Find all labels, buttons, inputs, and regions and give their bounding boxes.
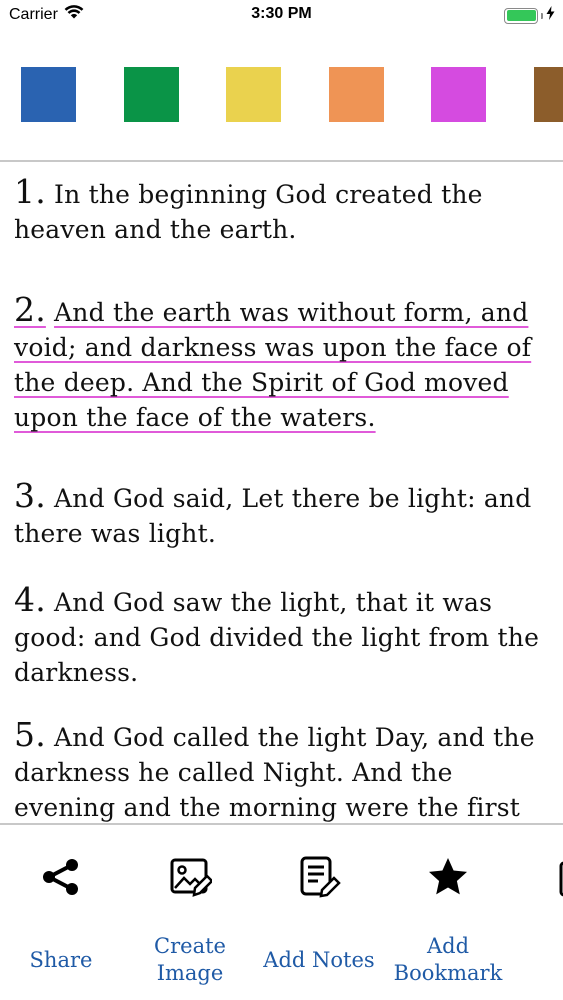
action-toolbar: Share Create Image Add Notes Add Bookmark C: [0, 825, 563, 1000]
status-time: 3:30 PM: [251, 5, 312, 22]
toolbar-button-label: Share: [29, 948, 93, 972]
battery-icon: [504, 7, 538, 24]
verse-list[interactable]: 1. In the beginning God created the heav…: [0, 162, 563, 822]
verse-number: 4.: [14, 580, 46, 619]
color-swatch-blue[interactable]: [21, 67, 76, 122]
verse-number: 1.: [14, 172, 46, 211]
battery-nub: [541, 12, 543, 19]
verse-text: In the beginning God created the heaven …: [14, 180, 483, 244]
battery-fill: [506, 10, 536, 21]
bolt-icon: [546, 6, 555, 25]
share-button[interactable]: Share: [0, 825, 126, 1000]
verse-text: And God said, Let there be light: and th…: [14, 484, 532, 548]
toolbar-button-label: Add Notes: [263, 948, 375, 972]
add-notes-button[interactable]: Add Notes: [254, 825, 384, 1000]
color-swatch-orange[interactable]: [328, 67, 384, 122]
toolbar-button-label: Create Image: [154, 934, 226, 985]
color-swatch-green[interactable]: [123, 67, 179, 122]
color-swatch-yellow[interactable]: [226, 67, 281, 122]
verse-2[interactable]: 2. And the earth was without form, and v…: [14, 292, 559, 435]
verse-number: 2.: [14, 290, 46, 329]
color-swatch-magenta[interactable]: [431, 67, 486, 122]
share-icon: [39, 855, 83, 899]
verse-number: 3.: [14, 476, 46, 515]
verse-5[interactable]: 5. And God called the light Day, and the…: [14, 717, 559, 822]
battery-indicator: [504, 6, 555, 25]
copy-icon: [555, 855, 563, 899]
verse-4[interactable]: 4. And God saw the light, that it was go…: [14, 582, 559, 690]
toolbar-button-label: Add Bookmark: [393, 934, 503, 985]
status-bar: Carrier 3:30 PM: [0, 0, 563, 30]
image-edit-icon: [168, 855, 214, 899]
highlight-color-picker: [21, 67, 563, 123]
create-image-button[interactable]: Create Image: [125, 825, 255, 1000]
toolbar-button-label: C: [512, 947, 563, 974]
verse-3[interactable]: 3. And God said, Let there be light: and…: [14, 478, 559, 551]
verse-number: 5.: [14, 715, 46, 754]
star-icon: [426, 855, 470, 899]
color-swatch-brown[interactable]: [533, 67, 563, 122]
add-bookmark-button[interactable]: Add Bookmark: [383, 825, 513, 1000]
verse-text: And the earth was without form, and void…: [14, 298, 532, 432]
verse-text: And God called the light Day, and the da…: [14, 723, 535, 822]
notes-icon: [297, 855, 341, 899]
verse-1[interactable]: 1. In the beginning God created the heav…: [14, 174, 559, 247]
verse-text: And God saw the light, that it was good:…: [14, 588, 540, 687]
c-button[interactable]: C: [512, 825, 563, 1000]
